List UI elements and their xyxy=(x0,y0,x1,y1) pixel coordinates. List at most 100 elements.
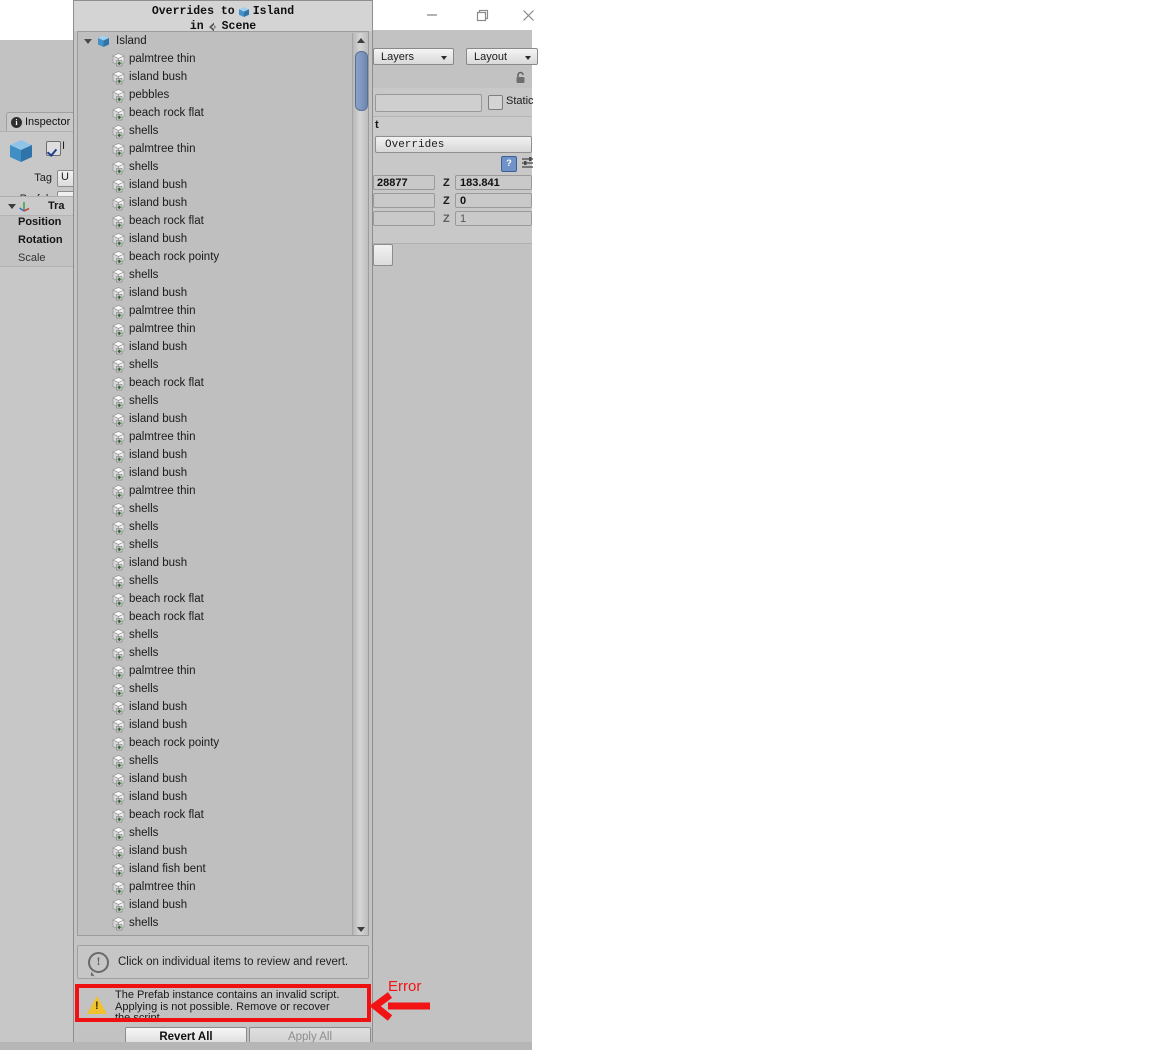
tree-row[interactable]: shells xyxy=(78,626,353,644)
tree-row[interactable]: beach rock pointy xyxy=(78,734,353,752)
tree-row[interactable]: island bush xyxy=(78,194,353,212)
tree-row[interactable]: shells xyxy=(78,356,353,374)
scroll-up-arrow-icon[interactable] xyxy=(353,33,368,47)
rotation-z-input[interactable]: 0 xyxy=(455,193,532,208)
help-book-icon[interactable]: ? xyxy=(501,156,517,172)
tree-row-label: Island xyxy=(116,35,147,47)
tab-inspector[interactable]: i Inspector xyxy=(6,112,78,131)
restore-icon[interactable] xyxy=(459,0,505,30)
tree-row[interactable]: shells xyxy=(78,122,353,140)
tree-row[interactable]: shells xyxy=(78,572,353,590)
inspector-object-header: I Tag U Prefab xyxy=(0,131,78,208)
close-icon[interactable] xyxy=(505,0,551,30)
minimize-icon[interactable] xyxy=(409,0,455,30)
tree-row[interactable]: island bush xyxy=(78,770,353,788)
tree-row[interactable]: palmtree thin xyxy=(78,302,353,320)
tree-row[interactable]: shells xyxy=(78,266,353,284)
object-name-input[interactable] xyxy=(375,94,482,112)
overrides-dropdown-button[interactable]: Overrides xyxy=(375,136,532,153)
tree-row[interactable]: island bush xyxy=(78,68,353,86)
layout-dropdown[interactable]: Layout xyxy=(466,48,538,65)
tree-row[interactable]: palmtree thin xyxy=(78,428,353,446)
tree-row-root[interactable]: Island xyxy=(78,32,353,50)
tree-row[interactable]: palmtree thin xyxy=(78,878,353,896)
tree-row[interactable]: palmtree thin xyxy=(78,662,353,680)
tree-row[interactable]: shells xyxy=(78,536,353,554)
chevron-down-icon[interactable] xyxy=(8,204,16,209)
scroll-down-arrow-icon[interactable] xyxy=(353,922,368,935)
scale-z-input[interactable]: 1 xyxy=(455,211,532,226)
scale-x-input[interactable] xyxy=(373,211,435,226)
layout-dropdown-label: Layout xyxy=(474,50,508,63)
tree-row-label: palmtree thin xyxy=(129,323,196,335)
added-gameobject-icon xyxy=(112,412,125,426)
tree-row[interactable]: island bush xyxy=(78,464,353,482)
tree-row[interactable]: palmtree thin xyxy=(78,482,353,500)
chevron-down-icon[interactable] xyxy=(84,38,92,44)
tree-row[interactable]: island bush xyxy=(78,896,353,914)
tree-row[interactable]: island fish bent xyxy=(78,860,353,878)
tree-row-label: island bush xyxy=(129,287,188,299)
position-z-input[interactable]: 183.841 xyxy=(455,175,532,190)
tree-row[interactable]: shells xyxy=(78,752,353,770)
tree-row[interactable]: shells xyxy=(78,644,353,662)
tree-row[interactable]: shells xyxy=(78,500,353,518)
tree-row[interactable]: island bush xyxy=(78,716,353,734)
tree-row[interactable]: shells xyxy=(78,518,353,536)
scrollbar-thumb[interactable] xyxy=(355,51,368,111)
tree-row-label: palmtree thin xyxy=(129,665,196,677)
tree-row[interactable]: shells xyxy=(78,392,353,410)
added-gameobject-icon xyxy=(112,736,125,750)
tree-row[interactable]: island bush xyxy=(78,230,353,248)
chevron-down-icon xyxy=(441,56,447,60)
tree-row-label: island bush xyxy=(129,557,188,569)
tree-row[interactable]: beach rock flat xyxy=(78,374,353,392)
tree-row[interactable]: shells xyxy=(78,914,353,932)
tree-row[interactable]: island bush xyxy=(78,842,353,860)
tree-row[interactable]: island bush xyxy=(78,410,353,428)
tree-row[interactable]: island bush xyxy=(78,176,353,194)
tree-row[interactable]: beach rock flat xyxy=(78,104,353,122)
tree-row-label: island bush xyxy=(129,899,188,911)
position-x-input[interactable]: 28877 xyxy=(373,175,435,190)
lock-icon[interactable] xyxy=(515,71,526,84)
inspector-right-column: Static t Overrides ? 28877 Z 183.841 Z 0… xyxy=(373,68,535,243)
transform-component-header[interactable]: Tra xyxy=(0,196,74,216)
tree-row[interactable]: palmtree thin xyxy=(78,140,353,158)
tree-row[interactable]: beach rock flat xyxy=(78,212,353,230)
speech-bubble-info-icon: ! xyxy=(88,951,109,973)
object-enabled-checkbox[interactable] xyxy=(46,141,61,156)
tree-row[interactable]: beach rock flat xyxy=(78,608,353,626)
tree-row[interactable]: shells xyxy=(78,680,353,698)
unity-toolbar-row: Layers Layout xyxy=(373,46,538,68)
tree-row-label: palmtree thin xyxy=(129,143,196,155)
tree-row[interactable]: island bush xyxy=(78,284,353,302)
tree-row[interactable]: pebbles xyxy=(78,86,353,104)
added-gameobject-icon xyxy=(112,106,125,120)
tree-row[interactable]: palmtree thin xyxy=(78,50,353,68)
tree-row[interactable]: island bush xyxy=(78,554,353,572)
overrides-title-target: Island xyxy=(252,5,295,18)
rotation-x-input[interactable] xyxy=(373,193,435,208)
tree-scrollbar[interactable] xyxy=(352,33,368,935)
add-component-button[interactable] xyxy=(373,244,393,266)
tree-row[interactable]: island bush xyxy=(78,788,353,806)
inspector-empty-area xyxy=(0,266,74,1050)
tree-row[interactable]: shells xyxy=(78,824,353,842)
tree-row[interactable]: palmtree thin xyxy=(78,320,353,338)
tree-row[interactable]: island bush xyxy=(78,338,353,356)
tree-row-label: island bush xyxy=(129,341,188,353)
tree-row[interactable]: beach rock flat xyxy=(78,590,353,608)
preset-sliders-icon[interactable] xyxy=(521,156,535,170)
layers-dropdown[interactable]: Layers xyxy=(373,48,454,65)
tree-row[interactable]: beach rock flat xyxy=(78,806,353,824)
overrides-error-message: The Prefab instance contains an invalid … xyxy=(115,989,340,1022)
tree-row[interactable]: shells xyxy=(78,158,353,176)
tree-row[interactable]: beach rock pointy xyxy=(78,248,353,266)
static-checkbox[interactable] xyxy=(488,95,503,110)
position-label: Position xyxy=(18,216,62,228)
object-name-field[interactable]: I xyxy=(62,140,65,152)
tree-row-label: beach rock pointy xyxy=(129,737,220,749)
tree-row[interactable]: island bush xyxy=(78,698,353,716)
tree-row[interactable]: island bush xyxy=(78,446,353,464)
